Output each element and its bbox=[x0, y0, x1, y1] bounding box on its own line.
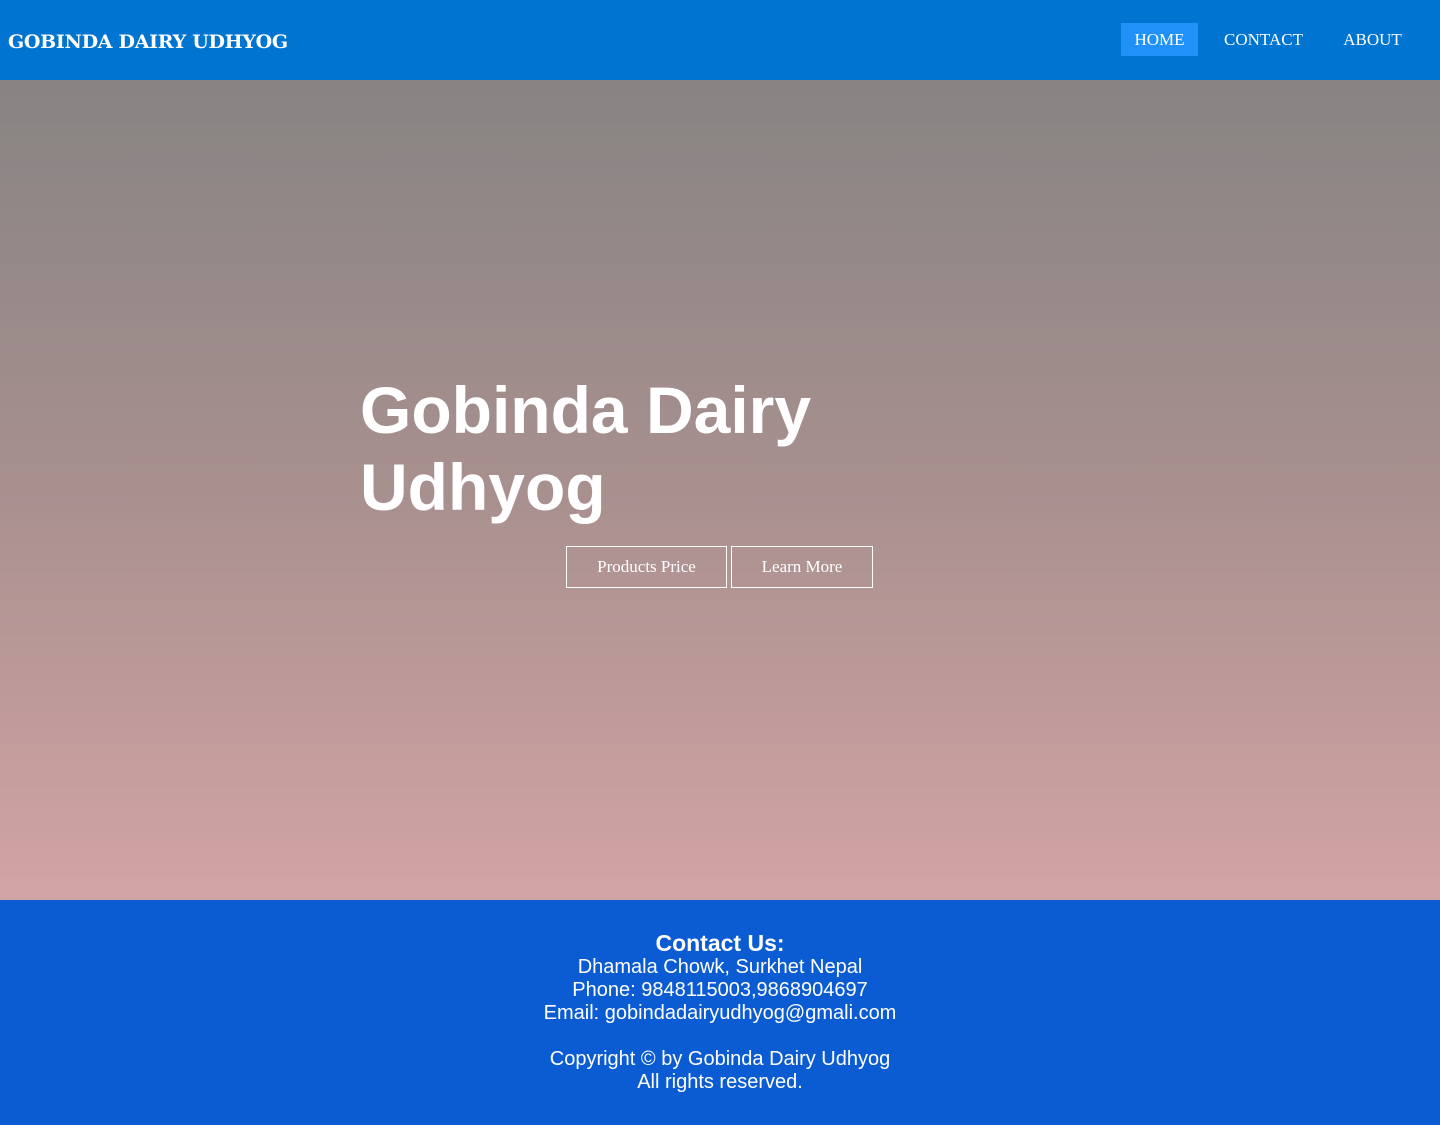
footer-contact-heading: Contact Us: bbox=[655, 930, 785, 956]
learn-more-button[interactable]: Learn More bbox=[731, 546, 873, 588]
footer-copyright: Copyright © by Gobinda Dairy Udhyog bbox=[549, 1048, 891, 1070]
nav-about-link[interactable]: ABOUT bbox=[1333, 23, 1412, 56]
footer-phone: Phone: 9848115003,9868904697 bbox=[572, 979, 868, 1001]
nav-contact-link[interactable]: CONTACT bbox=[1214, 23, 1313, 56]
products-price-button[interactable]: Products Price bbox=[566, 546, 727, 588]
site-footer: Contact Us: Dhamala Chowk, Surkhet Nepal… bbox=[0, 900, 1440, 1125]
site-header: GOBINDA DAIRY UDHYOG HOME CONTACT ABOUT bbox=[0, 0, 1440, 80]
footer-address: Dhamala Chowk, Surkhet Nepal bbox=[577, 956, 863, 978]
hero-banner: Gobinda Dairy Udhyog Products Price Lear… bbox=[0, 80, 1440, 900]
hero-title: Gobinda Dairy Udhyog bbox=[360, 373, 812, 524]
footer-rights: All rights reserved. bbox=[637, 1071, 803, 1093]
footer-email: Email: gobindadairyudhyog@gmali.com bbox=[543, 1002, 897, 1024]
main-nav: HOME CONTACT ABOUT bbox=[0, 23, 1440, 56]
nav-home-link[interactable]: HOME bbox=[1121, 23, 1198, 56]
